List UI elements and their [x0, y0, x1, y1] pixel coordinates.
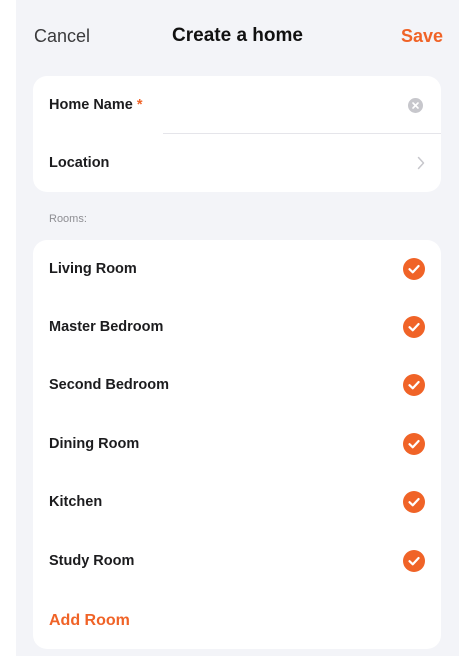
save-button[interactable]: Save — [401, 26, 443, 47]
room-label: Kitchen — [49, 494, 103, 510]
room-item-second-bedroom[interactable]: Second Bedroom — [33, 356, 441, 414]
home-details-card: Home Name * Location — [33, 76, 441, 192]
check-circle-icon[interactable] — [403, 374, 425, 396]
location-label: Location — [49, 155, 110, 171]
clear-icon[interactable] — [408, 98, 423, 113]
check-circle-icon[interactable] — [403, 433, 425, 455]
home-name-label: Home Name * — [49, 97, 143, 113]
room-item-dining-room[interactable]: Dining Room — [33, 415, 441, 473]
create-home-screen: Cancel Create a home Save Home Name * Lo… — [16, 0, 459, 656]
chevron-right-icon — [417, 156, 425, 170]
required-marker: * — [136, 97, 143, 113]
room-item-living-room[interactable]: Living Room — [33, 240, 441, 298]
room-label: Master Bedroom — [49, 319, 164, 335]
rooms-card: Living Room Master Bedroom Second Bedroo… — [33, 240, 441, 649]
check-circle-icon[interactable] — [403, 316, 425, 338]
room-item-kitchen[interactable]: Kitchen — [33, 473, 441, 531]
home-name-row: Home Name * — [33, 76, 441, 134]
room-label: Dining Room — [49, 436, 140, 452]
add-room-button[interactable]: Add Room — [49, 612, 130, 630]
check-circle-icon[interactable] — [403, 550, 425, 572]
check-circle-icon[interactable] — [403, 258, 425, 280]
room-item-master-bedroom[interactable]: Master Bedroom — [33, 298, 441, 356]
rooms-section-label: Rooms: — [49, 213, 87, 225]
navigation-bar: Cancel Create a home Save — [16, 0, 459, 72]
home-name-label-text: Home Name — [49, 97, 133, 113]
page-title: Create a home — [172, 25, 303, 46]
room-item-study-room[interactable]: Study Room — [33, 532, 441, 590]
room-label: Second Bedroom — [49, 377, 170, 393]
room-label: Living Room — [49, 261, 137, 277]
check-circle-icon[interactable] — [403, 491, 425, 513]
home-name-input[interactable] — [163, 90, 393, 120]
location-row[interactable]: Location — [33, 134, 441, 192]
room-label: Study Room — [49, 553, 135, 569]
